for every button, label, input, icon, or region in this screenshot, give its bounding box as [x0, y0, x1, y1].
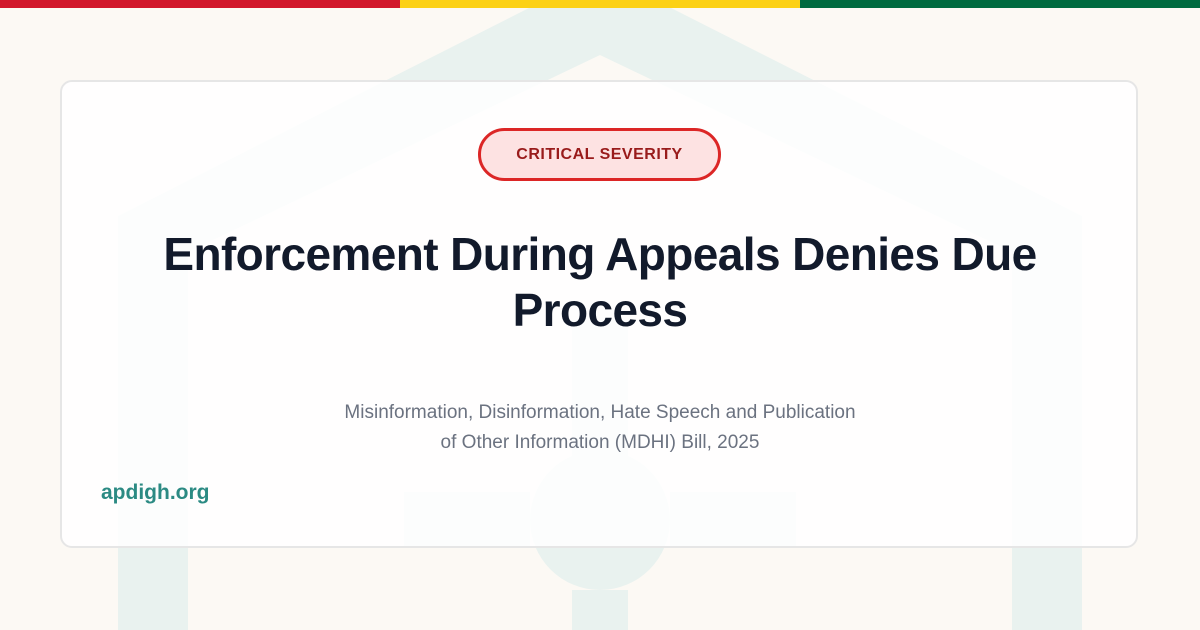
severity-badge: CRITICAL SEVERITY	[478, 128, 721, 181]
bill-subtitle-line-2: of Other Information (MDHI) Bill, 2025	[440, 432, 760, 453]
bill-subtitle-line-1: Misinformation, Disinformation, Hate Spe…	[344, 402, 856, 423]
flag-stripe-yellow	[400, 0, 800, 8]
page-title: Enforcement During Appeals Denies Due Pr…	[163, 228, 1037, 336]
flag-stripe	[0, 0, 1200, 8]
bill-subtitle: Misinformation, Disinformation, Hate Spe…	[300, 398, 900, 458]
flag-stripe-green	[800, 0, 1200, 8]
flag-stripe-red	[0, 0, 400, 8]
site-url[interactable]: apdigh.org	[101, 479, 210, 507]
